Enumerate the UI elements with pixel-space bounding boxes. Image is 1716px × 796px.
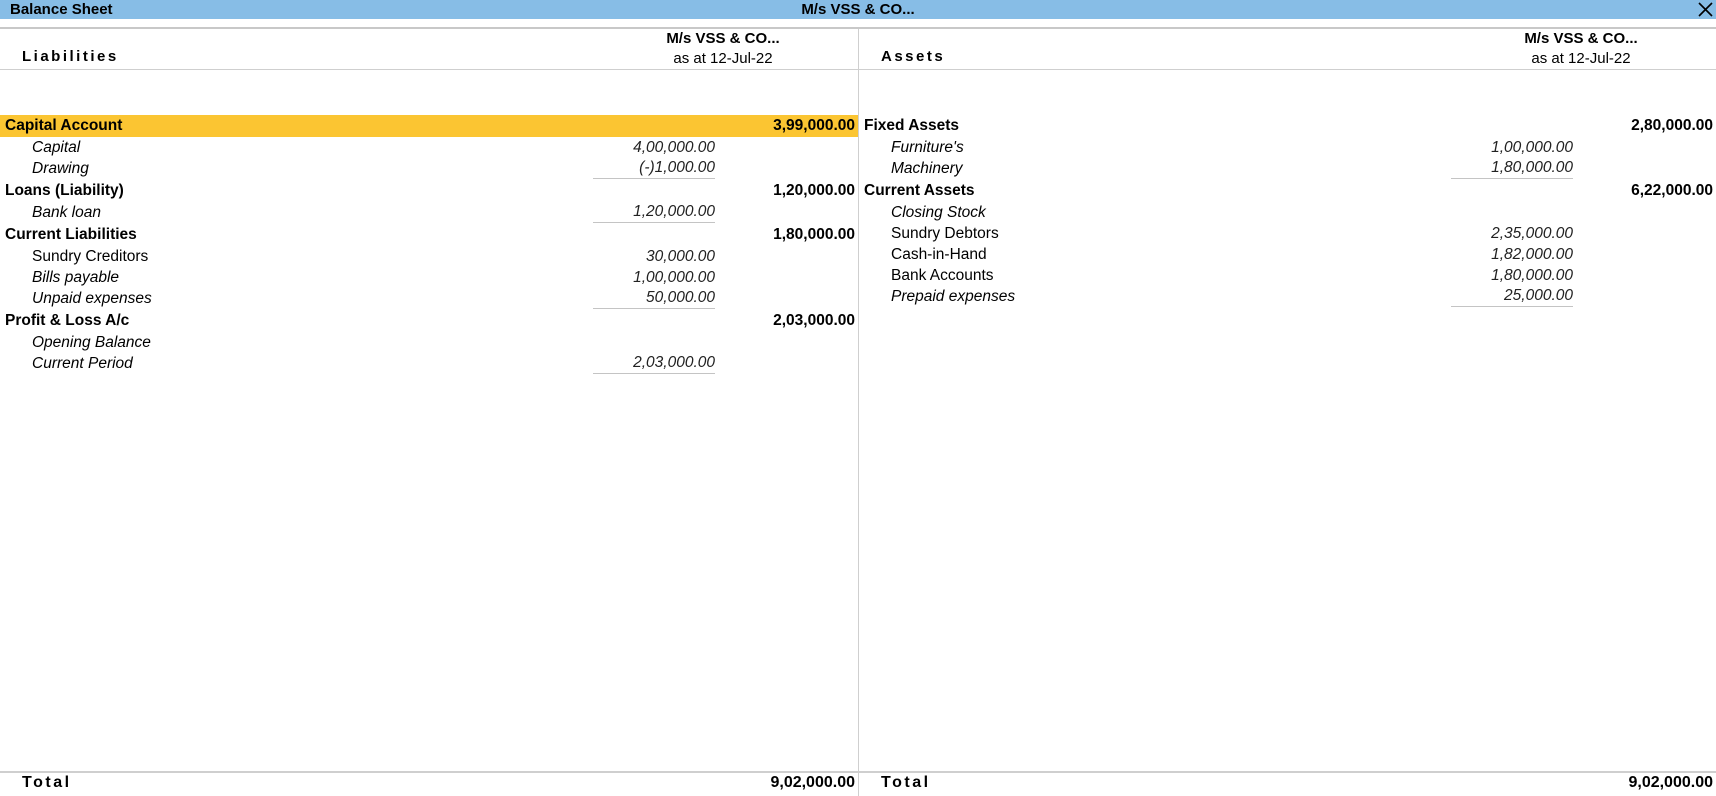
ledger-name: Current Period bbox=[32, 355, 133, 372]
ledger-name: Bank loan bbox=[32, 204, 101, 221]
ledger-value: 1,20,000.00 bbox=[593, 202, 715, 223]
assets-total-value: 9,02,000.00 bbox=[1628, 774, 1713, 791]
ledger-row[interactable]: Prepaid expenses 25,000.00 bbox=[859, 286, 1716, 307]
assets-panel: Fixed Assets 2,80,000.00 Furniture's 1,00,0… bbox=[859, 115, 1716, 307]
ledger-row[interactable]: Closing Stock bbox=[859, 202, 1716, 223]
group-name: Capital Account bbox=[5, 117, 123, 134]
ledger-row[interactable]: Cash-in-Hand 1,82,000.00 bbox=[859, 244, 1716, 265]
ledger-value: (-)1,000.00 bbox=[593, 158, 715, 179]
group-name: Loans (Liability) bbox=[5, 182, 124, 199]
group-total: 1,80,000.00 bbox=[773, 226, 855, 243]
close-icon[interactable] bbox=[1696, 0, 1714, 19]
ledger-row[interactable]: Bills payable 1,00,000.00 bbox=[0, 267, 858, 288]
group-row[interactable]: Current Assets 6,22,000.00 bbox=[859, 180, 1716, 202]
assets-heading: Assets bbox=[881, 48, 946, 65]
ledger-name: Capital bbox=[32, 139, 81, 156]
ledger-row[interactable]: Current Period 2,03,000.00 bbox=[0, 353, 858, 374]
group-name: Current Liabilities bbox=[5, 226, 137, 243]
ledger-row[interactable]: Sundry Creditors 30,000.00 bbox=[0, 246, 858, 267]
ledger-value: 1,80,000.00 bbox=[1491, 267, 1573, 284]
footer-top-border bbox=[0, 771, 1716, 773]
ledger-row[interactable]: Bank loan 1,20,000.00 bbox=[0, 202, 858, 223]
title-bar: Balance Sheet M/s VSS & CO... bbox=[0, 0, 1716, 19]
ledger-value: 1,00,000.00 bbox=[1491, 139, 1573, 156]
ledger-name: Prepaid expenses bbox=[891, 288, 1016, 305]
ledger-name: Drawing bbox=[32, 160, 89, 177]
ledger-value: 2,35,000.00 bbox=[1491, 225, 1573, 242]
liabilities-as-at-date: as at 12-Jul-22 bbox=[673, 50, 773, 67]
ledger-row[interactable]: Machinery 1,80,000.00 bbox=[859, 158, 1716, 179]
ledger-value: 50,000.00 bbox=[593, 288, 715, 309]
assets-total-label: Total bbox=[881, 774, 931, 791]
ledger-row[interactable]: Bank Accounts 1,80,000.00 bbox=[859, 265, 1716, 286]
ledger-value: 1,00,000.00 bbox=[633, 269, 715, 286]
ledger-name: Machinery bbox=[891, 160, 963, 177]
assets-column-header: M/s VSS & CO... as at 12-Jul-22 bbox=[1481, 29, 1681, 69]
ledger-row[interactable]: Capital 4,00,000.00 bbox=[0, 137, 858, 158]
ledger-value: 4,00,000.00 bbox=[633, 139, 715, 156]
ledger-value: 2,03,000.00 bbox=[593, 353, 715, 374]
ledger-value: 1,82,000.00 bbox=[1491, 246, 1573, 263]
ledger-row[interactable]: Furniture's 1,00,000.00 bbox=[859, 137, 1716, 158]
assets-as-at-date: as at 12-Jul-22 bbox=[1531, 50, 1631, 67]
group-row[interactable]: Loans (Liability) 1,20,000.00 bbox=[0, 180, 858, 202]
group-total: 2,80,000.00 bbox=[1631, 117, 1713, 134]
ledger-value: 1,80,000.00 bbox=[1451, 158, 1573, 179]
liabilities-company: M/s VSS & CO... bbox=[666, 30, 780, 47]
ledger-name: Cash-in-Hand bbox=[891, 246, 987, 263]
ledger-name: Bank Accounts bbox=[891, 267, 994, 284]
ledger-name: Bills payable bbox=[32, 269, 120, 286]
group-row[interactable]: Fixed Assets 2,80,000.00 bbox=[859, 115, 1716, 137]
ledger-row[interactable]: Drawing (-)1,000.00 bbox=[0, 158, 858, 179]
group-total: 6,22,000.00 bbox=[1631, 182, 1713, 199]
ledger-name: Unpaid expenses bbox=[32, 290, 152, 307]
ledger-name: Opening Balance bbox=[32, 334, 151, 351]
liabilities-total-value: 9,02,000.00 bbox=[770, 774, 855, 791]
ledger-value: 30,000.00 bbox=[646, 248, 715, 265]
group-total: 3,99,000.00 bbox=[773, 117, 855, 134]
liabilities-heading: Liabilities bbox=[22, 48, 119, 65]
group-row[interactable]: Capital Account 3,99,000.00 bbox=[0, 115, 858, 137]
group-total: 2,03,000.00 bbox=[773, 312, 855, 329]
group-row[interactable]: Profit & Loss A/c 2,03,000.00 bbox=[0, 310, 858, 332]
ledger-row[interactable]: Unpaid expenses 50,000.00 bbox=[0, 288, 858, 309]
group-total: 1,20,000.00 bbox=[773, 182, 855, 199]
company-name: M/s VSS & CO... bbox=[801, 1, 915, 18]
report-title: Balance Sheet bbox=[10, 1, 113, 18]
group-name: Fixed Assets bbox=[864, 117, 960, 134]
liabilities-total-label: Total bbox=[22, 774, 72, 791]
assets-company: M/s VSS & CO... bbox=[1524, 30, 1638, 47]
ledger-row[interactable]: Sundry Debtors 2,35,000.00 bbox=[859, 223, 1716, 244]
liabilities-panel: Capital Account 3,99,000.00 Capital 4,00,00… bbox=[0, 115, 858, 374]
ledger-name: Sundry Debtors bbox=[891, 225, 999, 242]
ledger-name: Furniture's bbox=[891, 139, 964, 156]
liabilities-column-header: M/s VSS & CO... as at 12-Jul-22 bbox=[623, 29, 823, 69]
group-row[interactable]: Current Liabilities 1,80,000.00 bbox=[0, 224, 858, 246]
group-name: Current Assets bbox=[864, 182, 975, 199]
ledger-name: Closing Stock bbox=[891, 204, 986, 221]
group-name: Profit & Loss A/c bbox=[5, 312, 130, 329]
ledger-value: 25,000.00 bbox=[1451, 286, 1573, 307]
ledger-name: Sundry Creditors bbox=[32, 248, 149, 265]
ledger-row[interactable]: Opening Balance bbox=[0, 332, 858, 353]
